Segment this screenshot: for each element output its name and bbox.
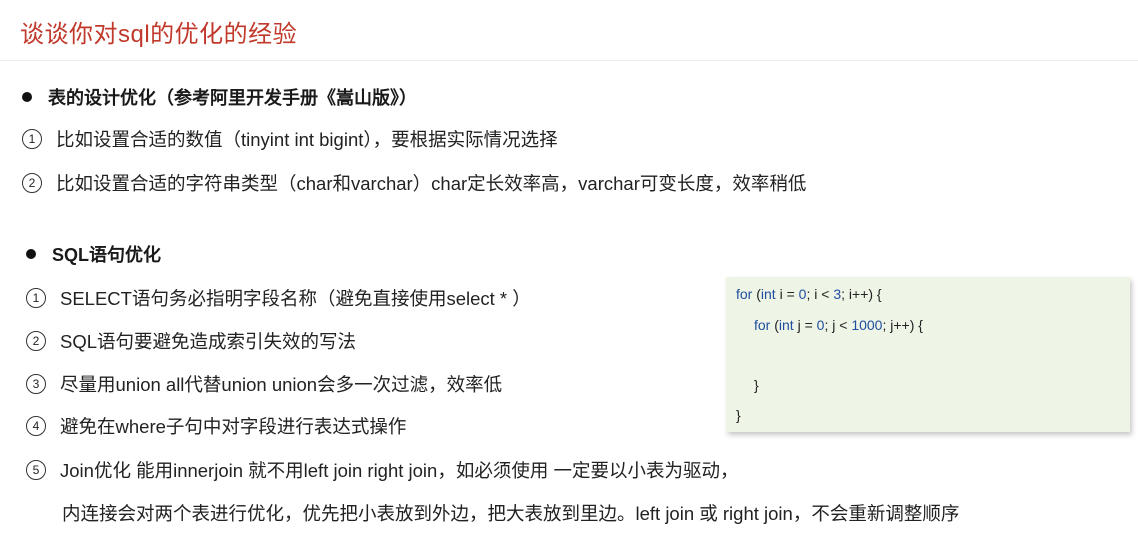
- code-text: ; j++) {: [882, 317, 923, 333]
- code-line-inner-close: }: [754, 377, 759, 393]
- code-keyword: for: [754, 317, 771, 333]
- section-heading-table-design: 表的设计优化（参考阿里开发手册《嵩山版》）: [22, 84, 417, 110]
- circled-number-icon: 1: [22, 129, 42, 149]
- code-text: ; j <: [824, 317, 852, 333]
- circled-number-icon: 3: [26, 374, 46, 394]
- title-divider: [0, 60, 1138, 61]
- circled-number-icon: 5: [26, 460, 46, 480]
- bullet-icon: [26, 249, 36, 259]
- code-text: j =: [793, 317, 817, 333]
- list-item: 2 比如设置合适的字符串类型（char和varchar）char定长效率高，va…: [22, 170, 806, 196]
- code-snippet: for (int i = 0; i < 3; i++) { for (int j…: [726, 277, 1130, 432]
- list-item-text: SQL语句要避免造成索引失效的写法: [60, 331, 357, 352]
- list-item-text: 比如设置合适的字符串类型（char和varchar）char定长效率高，varc…: [56, 173, 807, 194]
- code-line-outer-close: }: [736, 407, 741, 423]
- code-type: int: [778, 317, 794, 333]
- list-item: 3 尽量用union all代替union union会多一次过滤，效率低: [26, 371, 502, 397]
- list-item: 4 避免在where子句中对字段进行表达式操作: [26, 413, 406, 439]
- code-text: ; i <: [806, 286, 834, 302]
- section-heading-text: SQL语句优化: [52, 245, 162, 265]
- list-item-text: 比如设置合适的数值（tinyint int bigint），要根据实际情况选择: [56, 129, 558, 150]
- code-number: 3: [833, 286, 842, 302]
- list-item-text: 尽量用union all代替union union会多一次过滤，效率低: [60, 374, 503, 395]
- code-keyword: for: [736, 286, 753, 302]
- code-text: ; i++) {: [841, 286, 882, 302]
- section-heading-text: 表的设计优化（参考阿里开发手册《嵩山版》）: [48, 88, 417, 108]
- page-title: 谈谈你对sql的优化的经验: [20, 21, 298, 48]
- code-line-inner-loop: for (int j = 0; j < 1000; j++) {: [754, 317, 923, 333]
- section-heading-sql-optimization: SQL语句优化: [26, 241, 161, 267]
- circled-number-icon: 2: [26, 331, 46, 351]
- circled-number-icon: 2: [22, 173, 42, 193]
- list-item: 5 Join优化 能用innerjoin 就不用left join right …: [26, 457, 738, 483]
- code-text: (: [770, 317, 779, 333]
- circled-number-icon: 4: [26, 416, 46, 436]
- list-item: 2 SQL语句要避免造成索引失效的写法: [26, 328, 356, 354]
- bullet-icon: [22, 92, 32, 102]
- circled-number-icon: 1: [26, 288, 46, 308]
- list-item-continuation: 内连接会对两个表进行优化，优先把小表放到外边，把大表放到里边。left join…: [62, 503, 960, 524]
- code-text: i =: [775, 286, 799, 302]
- code-text: (: [752, 286, 761, 302]
- list-item: 1 比如设置合适的数值（tinyint int bigint），要根据实际情况选…: [22, 126, 558, 152]
- list-item-text: SELECT语句务必指明字段名称（避免直接使用select * ）: [60, 288, 531, 309]
- code-type: int: [760, 286, 776, 302]
- code-line-outer-loop: for (int i = 0; i < 3; i++) {: [736, 286, 882, 302]
- list-item-text: Join优化 能用innerjoin 就不用left join right jo…: [60, 460, 739, 481]
- list-item: 1 SELECT语句务必指明字段名称（避免直接使用select * ）: [26, 285, 531, 311]
- list-item-text: 避免在where子句中对字段进行表达式操作: [60, 416, 407, 437]
- code-number: 1000: [851, 317, 883, 333]
